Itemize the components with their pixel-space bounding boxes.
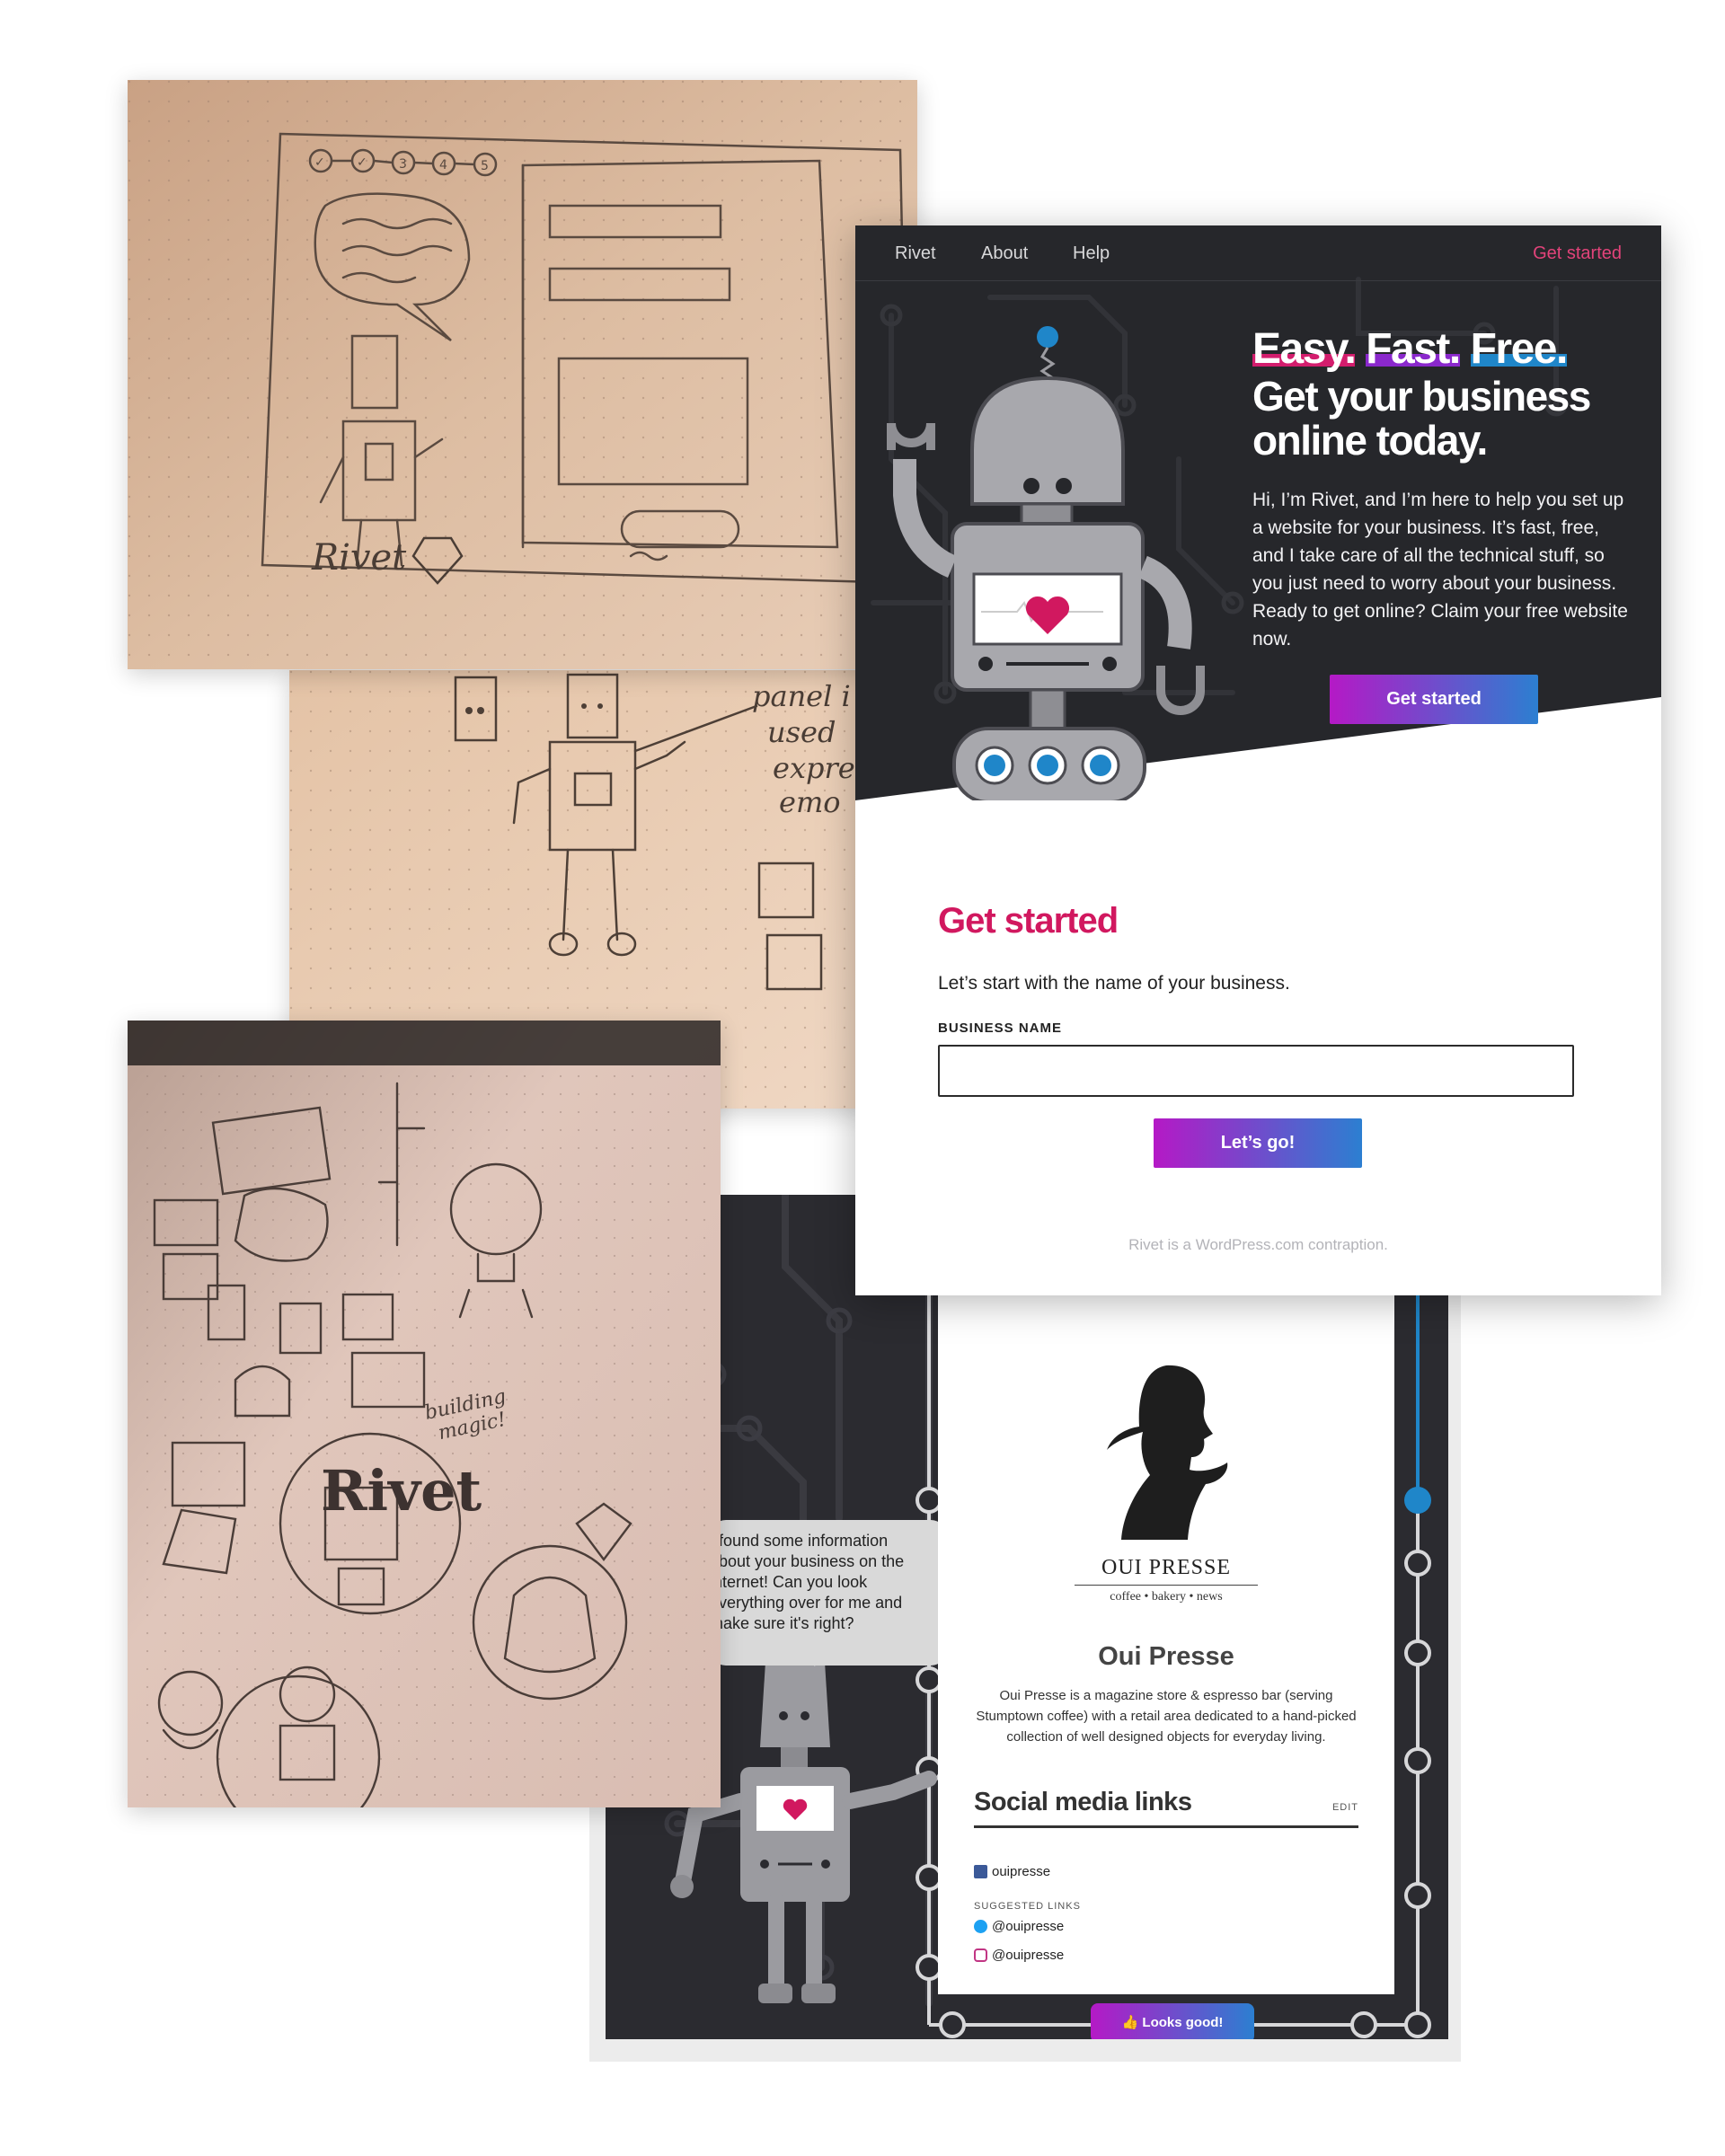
sketch-step-1: ✓: [314, 155, 325, 170]
sketch-step-5: 5: [481, 159, 489, 173]
twitter-link[interactable]: @ouipresse: [974, 1919, 1064, 1934]
logo-divider: [1075, 1585, 1258, 1586]
sketch-note-line-1: panel i: [752, 679, 851, 713]
nav-help-link[interactable]: Help: [1073, 243, 1110, 264]
rivet-hero: Rivet About Help Get started Easy. Fast.…: [855, 225, 1661, 800]
edit-social-link[interactable]: EDIT: [1332, 1802, 1358, 1813]
form-lead: Let’s start with the name of your busine…: [938, 973, 1290, 994]
hero-headline: Get your business online today.: [1252, 373, 1591, 464]
tagline-fast: Fast.: [1366, 325, 1461, 373]
facebook-icon: [974, 1865, 987, 1878]
bubble-line: I found some information: [710, 1532, 889, 1550]
nav-about-link[interactable]: About: [981, 243, 1028, 264]
business-name-input[interactable]: [938, 1045, 1574, 1097]
hero-intro: Hi, I’m Rivet, and I’m here to help you …: [1252, 490, 1628, 649]
bubble-line: about your business on the: [710, 1552, 905, 1570]
robot-speech-bubble: I found some information about your busi…: [710, 1520, 947, 1666]
rivet-app-window: Rivet About Help Get started Easy. Fast.…: [855, 225, 1661, 1295]
tagline-free: Free.: [1470, 325, 1568, 373]
rivet-footer: Rivet is a WordPress.com contraption.: [1128, 1236, 1388, 1253]
instagram-link[interactable]: @ouipresse: [974, 1948, 1064, 1963]
bubble-line: internet! Can you look: [710, 1573, 868, 1591]
lets-go-button[interactable]: Let’s go!: [1154, 1118, 1362, 1168]
twitter-handle: @ouipresse: [992, 1919, 1065, 1934]
bubble-line: make sure it's right?: [710, 1614, 854, 1632]
nav-get-started-link[interactable]: Get started: [1533, 243, 1622, 264]
bubble-line: everything over for me and: [710, 1594, 903, 1612]
sketch-step-4: 4: [439, 158, 447, 172]
hero-get-started-button[interactable]: Get started: [1330, 675, 1538, 724]
oui-presse-panel: I found some information about your busi…: [606, 1195, 1448, 2039]
collage-stage: ✓ ✓ 3 4 5 Rivet panel i used expre emo I…: [0, 0, 1725, 2156]
sketch-step-2: ✓: [357, 155, 367, 170]
business-name-label: BUSINESS NAME: [938, 1021, 1063, 1036]
business-info-card: OUI PRESSE coffee • bakery • news Oui Pr…: [938, 1285, 1394, 2039]
silhouette-logo-icon: [1107, 1365, 1228, 1540]
oui-wordmark: OUI PRESSE: [1101, 1556, 1232, 1579]
instagram-handle: @ouipresse: [992, 1948, 1065, 1963]
sketch-step-3: 3: [399, 157, 407, 172]
business-name-heading: Oui Presse: [1098, 1642, 1234, 1671]
facebook-handle: ouipresse: [992, 1864, 1051, 1879]
oui-presse-logo: [938, 1356, 1394, 1550]
suggested-links-label: SUGGESTED LINKS: [974, 1901, 1081, 1912]
nav-brand-link[interactable]: Rivet: [895, 243, 936, 264]
sketch-rivet-wordmark: Rivet: [321, 1458, 482, 1524]
sketch-signature: Rivet: [311, 537, 407, 579]
oui-logo-tagline: coffee • bakery • news: [1110, 1590, 1223, 1604]
instagram-icon: [974, 1948, 987, 1962]
social-divider: [974, 1825, 1358, 1828]
tagline-easy: Easy.: [1252, 325, 1357, 373]
sketch-note-line-4: emo: [779, 785, 841, 819]
twitter-icon: [974, 1920, 987, 1933]
hero-tagline: Easy. Fast. Free.: [1252, 324, 1568, 374]
sketch-photo-robot-explorations: Rivet building magic!: [128, 1021, 721, 1807]
business-description: Oui Presse is a magazine store & espress…: [976, 1688, 1357, 1745]
sketch-note-line-3: expre: [773, 751, 855, 785]
sketch-photo-wireframe: ✓ ✓ 3 4 5 Rivet: [128, 80, 917, 669]
social-media-title: Social media links: [974, 1788, 1192, 1816]
looks-good-button[interactable]: 👍 Looks good!: [1091, 2003, 1254, 2039]
facebook-link[interactable]: ouipresse: [974, 1864, 1050, 1879]
form-title: Get started: [938, 901, 1119, 941]
rivet-navbar: Rivet About Help Get started: [855, 225, 1661, 281]
sketch-note-line-2: used: [767, 715, 836, 749]
